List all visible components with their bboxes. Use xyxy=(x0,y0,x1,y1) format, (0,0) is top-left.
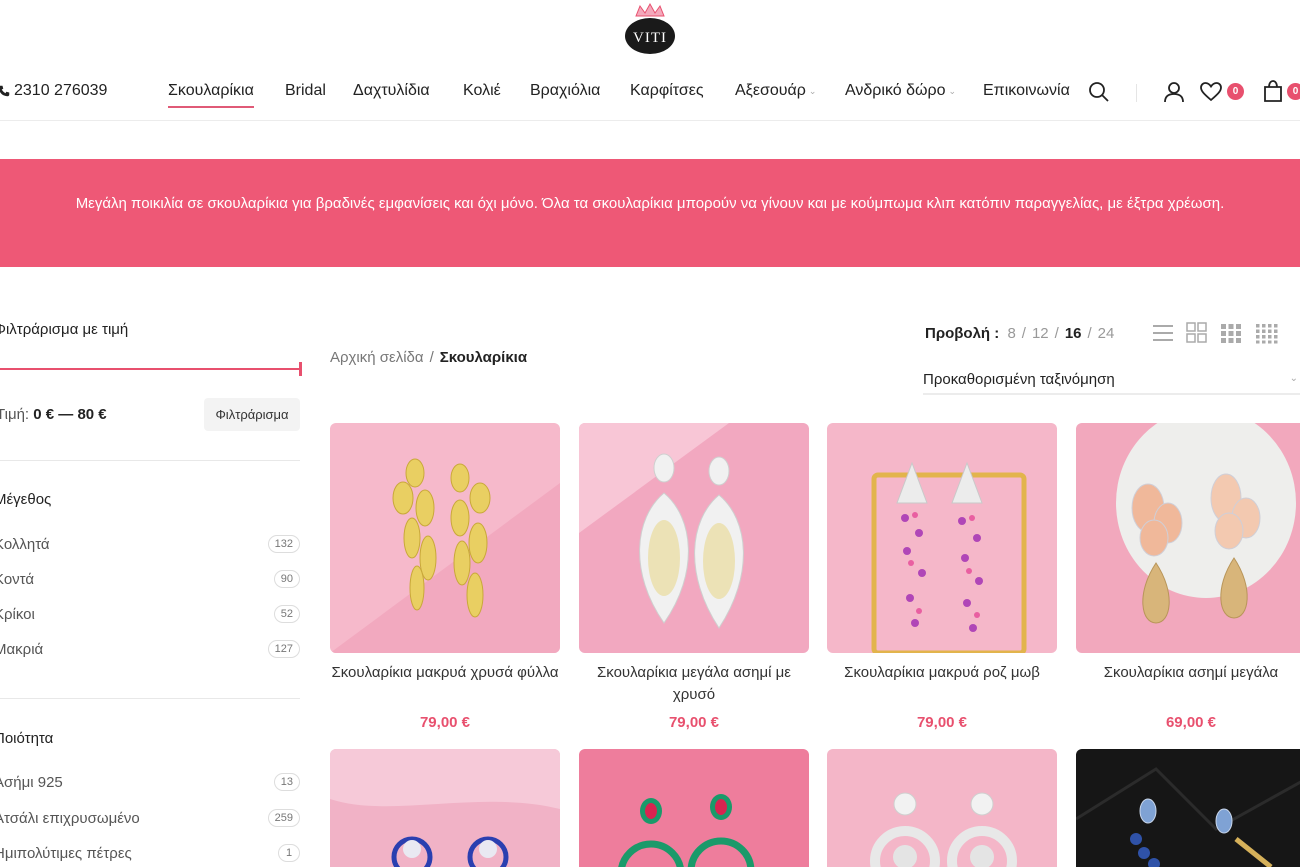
wishlist-icon[interactable] xyxy=(1200,82,1222,102)
per-page-option-selected[interactable]: 16 xyxy=(1065,325,1082,342)
account-icon[interactable] xyxy=(1163,81,1185,103)
per-page-option[interactable]: 8 xyxy=(1007,325,1015,342)
chevron-down-icon: ⌄ xyxy=(1289,373,1298,384)
product-image[interactable] xyxy=(330,423,560,653)
product-name[interactable]: Σκουλαρίκια μεγάλα ασημί με χρυσό xyxy=(579,662,809,706)
nav-item-rings[interactable]: Δαχτυλίδια xyxy=(353,82,430,100)
per-page-option[interactable]: 12 xyxy=(1032,325,1049,342)
header-phone[interactable]: 2310 276039 xyxy=(0,82,107,100)
option-count: 132 xyxy=(267,535,300,553)
sort-value: Προκαθορισμένη ταξινόμηση xyxy=(923,371,1115,388)
product-image[interactable] xyxy=(330,749,560,867)
product-name[interactable]: Σκουλαρίκια μακρυά ροζ μωβ xyxy=(827,662,1057,684)
nav-item-contact[interactable]: Επικοινωνία xyxy=(983,82,1070,100)
nav-item-brooches[interactable]: Καρφίτσες xyxy=(630,82,704,100)
header-divider-line xyxy=(0,120,1300,121)
filter-option-size[interactable]: Κολλητά132 xyxy=(0,535,300,553)
price-label: Τιμή: xyxy=(0,406,30,423)
price-range-text: Τιμή: 0 € — 80 € xyxy=(0,406,107,423)
product-image[interactable] xyxy=(1076,423,1300,653)
option-count: 52 xyxy=(273,605,300,623)
chevron-down-icon: ⌄ xyxy=(948,85,957,96)
cart-count-badge: 0 xyxy=(1287,83,1300,100)
filter-option-size[interactable]: Κοντά90 xyxy=(0,570,300,588)
breadcrumb: Αρχική σελίδα / Σκουλαρίκια xyxy=(330,349,527,366)
banner-text: Μεγάλη ποικιλία σε σκουλαρίκια για βραδι… xyxy=(75,195,1225,212)
quality-filter-title: Ποιότητα xyxy=(0,730,54,747)
filter-option-quality[interactable]: Ατσάλι επιχρυσωμένο 259 xyxy=(0,809,300,827)
grid-3-icon[interactable] xyxy=(1219,322,1243,344)
per-page-selector: Προβολή : 8/12/16/24 xyxy=(925,325,1115,342)
category-banner: Μεγάλη ποικιλία σε σκουλαρίκια για βραδι… xyxy=(0,159,1300,267)
product-image[interactable] xyxy=(579,749,809,867)
sidebar-divider xyxy=(0,460,300,461)
search-icon[interactable] xyxy=(1088,81,1110,103)
option-count: 1 xyxy=(278,844,300,862)
sort-select[interactable]: Προκαθορισμένη ταξινόμηση ⌄ xyxy=(923,367,1300,395)
per-page-label: Προβολή : xyxy=(925,325,1000,342)
cart-icon[interactable] xyxy=(1262,80,1284,102)
nav-item-necklaces[interactable]: Κολιέ xyxy=(463,82,501,100)
site-logo[interactable]: VITI xyxy=(622,2,678,58)
product-image[interactable] xyxy=(827,423,1057,653)
sidebar-divider xyxy=(0,698,300,699)
list-view-icon[interactable] xyxy=(1151,322,1175,344)
option-count: 13 xyxy=(273,773,300,791)
nav-item-mens-gift[interactable]: Ανδρικό δώρο ⌄ xyxy=(845,82,956,100)
price-slider-track[interactable] xyxy=(0,368,302,370)
option-count: 259 xyxy=(267,809,300,827)
per-page-option[interactable]: 24 xyxy=(1098,325,1115,342)
price-range-value: 0 € — 80 € xyxy=(33,406,107,423)
nav-item-accessories[interactable]: Αξεσουάρ ⌄ xyxy=(735,82,816,100)
grid-4-icon[interactable] xyxy=(1254,322,1278,344)
option-count: 127 xyxy=(267,640,300,658)
chevron-down-icon: ⌄ xyxy=(808,85,817,96)
nav-item-earrings[interactable]: Σκουλαρίκια xyxy=(168,82,254,108)
product-image[interactable] xyxy=(579,423,809,653)
size-filter-title: Μέγεθος xyxy=(0,491,52,508)
product-name[interactable]: Σκουλαρίκια ασημί μεγάλα xyxy=(1076,662,1300,684)
breadcrumb-home[interactable]: Αρχική σελίδα xyxy=(330,349,424,366)
grid-2-icon[interactable] xyxy=(1185,322,1209,344)
filter-option-size[interactable]: Μακριά 127 xyxy=(0,640,300,658)
filter-button[interactable]: Φιλτράρισμα xyxy=(204,398,300,431)
nav-item-bracelets[interactable]: Βραχιόλια xyxy=(530,82,600,100)
phone-icon xyxy=(0,85,10,97)
phone-number: 2310 276039 xyxy=(14,82,108,99)
product-price: 79,00 € xyxy=(668,714,720,731)
product-price: 79,00 € xyxy=(916,714,968,731)
price-filter-title: Φιλτράρισμα με τιμή xyxy=(0,321,129,338)
wishlist-count-badge: 0 xyxy=(1227,83,1244,100)
breadcrumb-current: Σκουλαρίκια xyxy=(439,349,528,366)
product-price: 79,00 € xyxy=(419,714,471,731)
product-name[interactable]: Σκουλαρίκια μακρυά χρυσά φύλλα xyxy=(330,662,560,684)
filter-option-size[interactable]: Κρίκοι52 xyxy=(0,605,300,623)
product-price: 69,00 € xyxy=(1165,714,1217,731)
header-divider xyxy=(1136,84,1137,102)
filter-option-quality[interactable]: Ασήμι 925 13 xyxy=(0,773,300,791)
product-image[interactable] xyxy=(1076,749,1300,867)
filter-option-quality[interactable]: Ημιπολύτιμες πέτρες 1 xyxy=(0,844,300,862)
nav-item-bridal[interactable]: Bridal xyxy=(285,82,326,100)
breadcrumb-separator: / xyxy=(429,349,434,366)
price-slider-handle[interactable] xyxy=(299,362,302,376)
product-image[interactable] xyxy=(827,749,1057,867)
logo-text: VITI xyxy=(633,30,667,46)
option-count: 90 xyxy=(273,570,300,588)
